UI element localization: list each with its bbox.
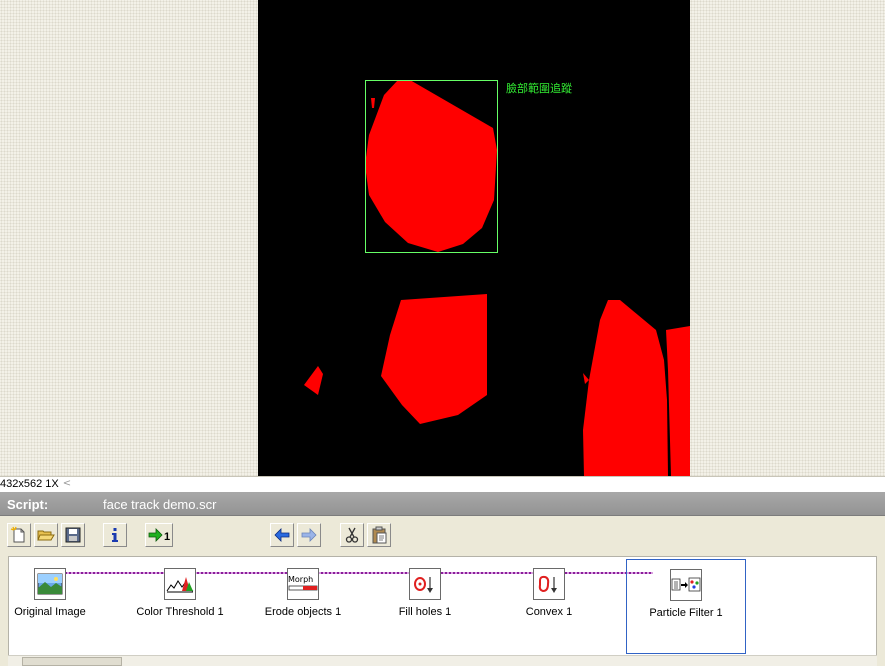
run-once-button[interactable]: 1	[145, 523, 173, 547]
step-forward-button[interactable]	[297, 523, 321, 547]
right-blob	[583, 300, 668, 476]
processed-image	[304, 80, 690, 476]
image-canvas[interactable]: 臉部範圍追蹤	[258, 0, 690, 476]
new-document-icon	[10, 526, 25, 543]
face-blob	[365, 80, 497, 252]
info-button[interactable]	[103, 523, 127, 547]
overlay-label: 臉部範圍追蹤	[506, 82, 572, 95]
torso-blob	[381, 294, 487, 424]
step-erode-objects[interactable]: Morph Erode objects 1	[243, 559, 363, 654]
fill-holes-icon	[409, 568, 441, 600]
small-blob	[371, 98, 375, 108]
open-script-button[interactable]	[34, 523, 58, 547]
script-toolbar: 1	[0, 516, 885, 554]
image-viewer[interactable]: 臉部範圍追蹤	[0, 0, 885, 476]
arrow-left-icon	[274, 528, 290, 542]
step-color-threshold[interactable]: Color Threshold 1	[120, 559, 240, 654]
run-once-count: 1	[164, 531, 170, 543]
step-convex[interactable]: Convex 1	[489, 559, 609, 654]
new-script-button[interactable]	[7, 523, 31, 547]
step-label: Color Threshold 1	[136, 606, 224, 618]
script-steps-pane: Original Image Color Threshold 1 Morph E…	[8, 556, 877, 666]
scroll-left-arrow-icon[interactable]: <	[60, 477, 74, 491]
step-particle-filter[interactable]: Particle Filter 1	[626, 559, 746, 654]
cut-button[interactable]	[340, 523, 364, 547]
hand-blob	[304, 366, 323, 395]
step-label: Erode objects 1	[264, 606, 342, 618]
morph-icon-text: Morph	[288, 575, 313, 584]
script-header: Script: face track demo.scr	[0, 492, 885, 516]
step-label: Convex 1	[525, 606, 573, 618]
convex-icon	[533, 568, 565, 600]
tiny-blob	[583, 373, 589, 384]
script-filename: face track demo.scr	[103, 497, 217, 512]
save-script-button[interactable]	[61, 523, 85, 547]
scissors-icon	[345, 527, 359, 543]
step-label: Fill holes 1	[398, 606, 452, 618]
image-size-zoom: 432x562 1X	[0, 478, 59, 490]
arrow-right-icon	[301, 528, 317, 542]
step-back-button[interactable]	[270, 523, 294, 547]
particle-filter-icon	[670, 569, 702, 601]
image-status-row: 432x562 1X <	[0, 476, 885, 492]
steps-horizontal-scrollbar[interactable]	[8, 655, 877, 666]
scrollbar-thumb[interactable]	[22, 657, 122, 666]
morph-icon: Morph	[287, 568, 319, 600]
info-icon	[112, 528, 118, 542]
right-edge-blob	[666, 326, 690, 476]
step-label: Particle Filter 1	[649, 607, 723, 619]
histogram-icon	[164, 568, 196, 600]
step-fill-holes[interactable]: Fill holes 1	[365, 559, 485, 654]
folder-open-icon	[37, 530, 55, 541]
arrow-run-once-icon: 1	[148, 528, 170, 543]
step-label: Original Image	[14, 606, 86, 618]
clipboard-icon	[372, 526, 387, 544]
step-original-image[interactable]: Original Image	[0, 559, 110, 654]
paste-button[interactable]	[367, 523, 391, 547]
script-label: Script:	[7, 497, 49, 512]
image-icon	[34, 568, 66, 600]
floppy-disk-icon	[65, 527, 81, 543]
